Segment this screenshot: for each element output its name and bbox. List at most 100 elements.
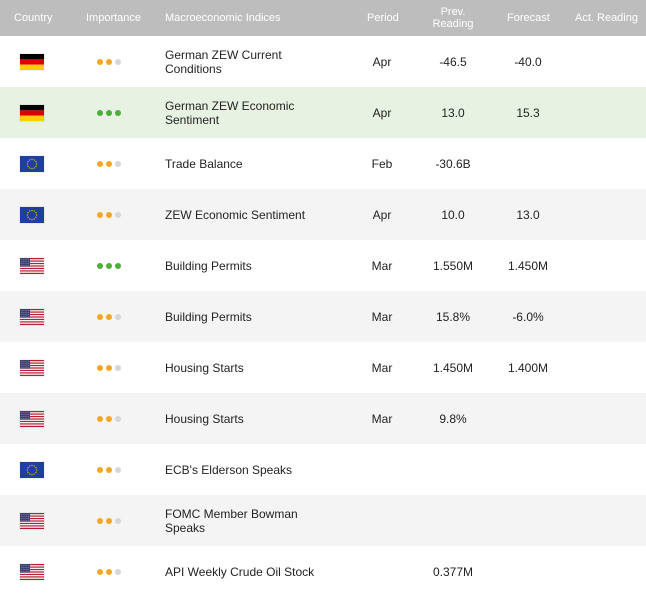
country-cell <box>20 87 44 138</box>
header-country[interactable]: Country <box>14 0 53 36</box>
table-row[interactable]: Building Permits Mar 1.550M 1.450M <box>0 240 646 291</box>
actual-reading-value <box>565 291 635 342</box>
header-actual[interactable]: Act. Reading <box>575 0 638 36</box>
period-value: Mar <box>371 411 393 426</box>
period-value: Mar <box>371 309 393 324</box>
header-importance[interactable]: Importance <box>86 0 141 36</box>
importance-dot <box>115 262 121 269</box>
importance-dot <box>115 109 121 116</box>
prev-reading-value <box>418 444 488 495</box>
table-row[interactable]: ZEW Economic Sentiment Apr 10.0 13.0 <box>0 189 646 240</box>
forecast-value: -40.0 <box>514 54 542 69</box>
importance-dot <box>97 109 103 116</box>
importance-indicator <box>97 262 121 269</box>
country-cell <box>20 291 44 342</box>
table-row[interactable]: German ZEW Current Conditions Apr -46.5 … <box>0 36 646 87</box>
table-row[interactable]: Building Permits Mar 15.8% -6.0% <box>0 291 646 342</box>
importance-indicator <box>97 466 121 473</box>
table-row[interactable]: Housing Starts Mar 9.8% <box>0 393 646 444</box>
prev-reading-value: 13.0 <box>441 105 465 120</box>
importance-dot <box>97 313 103 320</box>
period-value: Apr <box>372 54 392 69</box>
importance-dot <box>106 58 112 65</box>
eu-flag-icon <box>20 206 44 223</box>
us-flag-icon <box>20 308 44 325</box>
indicator-name[interactable]: ECB's Elderson Speaks <box>165 444 315 495</box>
forecast-value <box>493 444 563 495</box>
us-flag-icon <box>20 359 44 376</box>
header-prev-line1: Prev. <box>440 6 466 18</box>
importance-dot <box>106 364 112 371</box>
forecast-value <box>493 393 563 444</box>
importance-dot <box>97 466 103 473</box>
importance-dot <box>97 568 103 575</box>
germany-flag-icon <box>20 104 44 121</box>
header-indices[interactable]: Macroeconomic Indices <box>165 0 281 36</box>
indicator-name[interactable]: Housing Starts <box>165 342 315 393</box>
prev-reading-value <box>418 495 488 546</box>
importance-indicator <box>97 364 121 371</box>
importance-dot <box>115 211 121 218</box>
header-forecast[interactable]: Forecast <box>507 0 550 36</box>
table-row[interactable]: Trade Balance Feb -30.6B <box>0 138 646 189</box>
period-value <box>362 495 402 546</box>
header-period[interactable]: Period <box>367 0 399 36</box>
indicator-name[interactable]: Trade Balance <box>165 138 315 189</box>
country-cell <box>20 138 44 189</box>
table-row[interactable]: Housing Starts Mar 1.450M 1.400M <box>0 342 646 393</box>
importance-dot <box>106 160 112 167</box>
actual-reading-value <box>565 495 635 546</box>
period-value: Mar <box>371 258 393 273</box>
actual-reading-value <box>565 36 635 87</box>
country-cell <box>20 495 44 546</box>
indicator-name[interactable]: Housing Starts <box>165 393 315 444</box>
importance-dot <box>115 517 121 524</box>
importance-dot <box>115 58 121 65</box>
importance-dot <box>106 466 112 473</box>
actual-reading-value <box>565 393 635 444</box>
importance-indicator <box>97 568 121 575</box>
table-row[interactable]: ECB's Elderson Speaks <box>0 444 646 495</box>
importance-dot <box>115 415 121 422</box>
country-cell <box>20 36 44 87</box>
table-row[interactable]: German ZEW Economic Sentiment Apr 13.0 1… <box>0 87 646 138</box>
importance-dot <box>97 364 103 371</box>
us-flag-icon <box>20 563 44 580</box>
importance-cell <box>97 240 129 291</box>
indicator-name[interactable]: Building Permits <box>165 291 315 342</box>
forecast-value <box>493 546 563 597</box>
eu-flag-icon <box>20 155 44 172</box>
importance-cell <box>97 444 129 495</box>
prev-reading-value: 1.450M <box>432 360 474 375</box>
indicator-name[interactable]: Building Permits <box>165 240 315 291</box>
importance-indicator <box>97 415 121 422</box>
indicator-name[interactable]: API Weekly Crude Oil Stock <box>165 546 315 597</box>
indicator-name[interactable]: German ZEW Economic Sentiment <box>165 87 315 138</box>
header-prev-line2: Reading <box>432 18 474 30</box>
actual-reading-value <box>565 189 635 240</box>
importance-cell <box>97 495 129 546</box>
indicator-name[interactable]: FOMC Member Bowman Speaks <box>165 495 315 546</box>
importance-cell <box>97 393 129 444</box>
prev-reading-value: 10.0 <box>441 207 465 222</box>
prev-reading-value: 0.377M <box>432 564 474 579</box>
indicator-name[interactable]: German ZEW Current Conditions <box>165 36 315 87</box>
importance-dot <box>115 160 121 167</box>
actual-reading-value <box>565 342 635 393</box>
actual-reading-value <box>565 138 635 189</box>
forecast-value <box>493 495 563 546</box>
importance-dot <box>97 517 103 524</box>
us-flag-icon <box>20 512 44 529</box>
table-row[interactable]: FOMC Member Bowman Speaks <box>0 495 646 546</box>
indicator-name[interactable]: ZEW Economic Sentiment <box>165 189 315 240</box>
header-prev-reading[interactable]: Prev. Reading <box>423 6 483 30</box>
country-cell <box>20 444 44 495</box>
importance-cell <box>97 87 129 138</box>
importance-indicator <box>97 160 121 167</box>
importance-dot <box>106 313 112 320</box>
importance-cell <box>97 36 129 87</box>
importance-dot <box>97 58 103 65</box>
table-row[interactable]: API Weekly Crude Oil Stock 0.377M <box>0 546 646 597</box>
importance-dot <box>106 415 112 422</box>
forecast-value: 1.400M <box>507 360 549 375</box>
